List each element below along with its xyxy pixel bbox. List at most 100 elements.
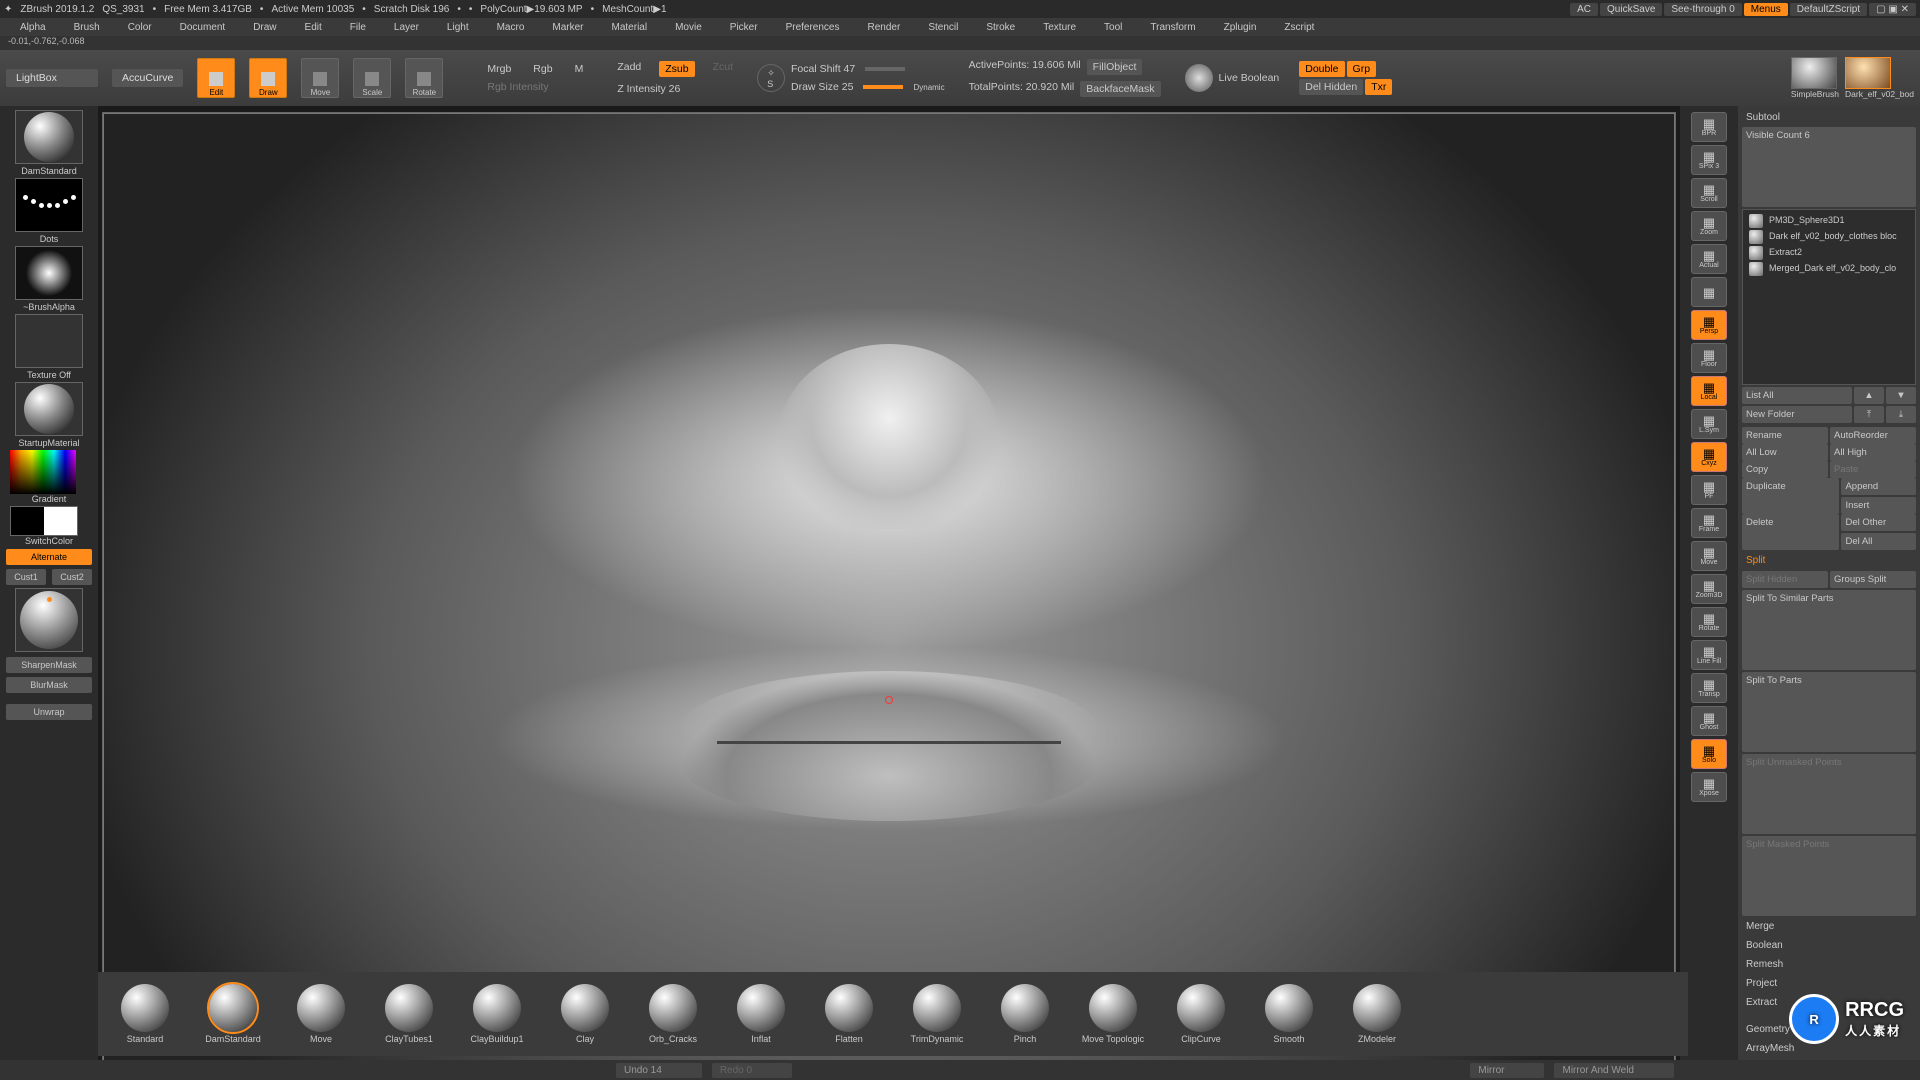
window-controls[interactable]: ▢ ▣ ✕ (1869, 3, 1916, 16)
nav-solo[interactable]: ▦Solo (1691, 739, 1727, 769)
menu-movie[interactable]: Movie (661, 20, 716, 35)
edit-mode-button[interactable]: Edit (197, 58, 235, 98)
menu-picker[interactable]: Picker (716, 20, 772, 35)
move-top-button[interactable]: ⤒ (1854, 406, 1884, 423)
menu-render[interactable]: Render (854, 20, 915, 35)
m-toggle[interactable]: M (575, 63, 584, 75)
menu-alpha[interactable]: Alpha (6, 20, 60, 35)
brush-standard[interactable]: Standard (106, 984, 184, 1044)
delhidden-button[interactable]: Del Hidden (1299, 79, 1363, 95)
delall-button[interactable]: Del All (1841, 533, 1916, 550)
sculptris-icon[interactable]: ✧S (757, 64, 785, 92)
subtool-item[interactable]: Extract2 (1745, 244, 1913, 260)
nav-scroll[interactable]: ▦Scroll (1691, 178, 1727, 208)
rotate-mode-button[interactable]: Rotate (405, 58, 443, 98)
mirrorweld-field[interactable]: Mirror And Weld (1554, 1063, 1674, 1078)
nav-xpose[interactable]: ▦Xpose (1691, 772, 1727, 802)
splitsimilar-button[interactable]: Split To Similar Parts (1742, 590, 1916, 670)
texture-swatch[interactable]: Texture Off (10, 314, 88, 380)
split-section[interactable]: Split (1742, 552, 1916, 569)
zcut-toggle[interactable]: Zcut (713, 61, 733, 77)
brush-clay[interactable]: Clay (546, 984, 624, 1044)
nav-frame[interactable]: ▦Frame (1691, 508, 1727, 538)
append-button[interactable]: Append (1841, 478, 1916, 495)
move-up-button[interactable]: ▲ (1854, 387, 1884, 404)
nav-bpr[interactable]: ▦BPR (1691, 112, 1727, 142)
focal-shift-slider[interactable]: Focal Shift 47 (791, 63, 855, 75)
zsub-toggle[interactable]: Zsub (659, 61, 694, 77)
nav-pf[interactable]: ▦PF (1691, 475, 1727, 505)
z-intensity-slider[interactable]: Z Intensity 26 (617, 83, 733, 95)
splitparts-button[interactable]: Split To Parts (1742, 672, 1916, 752)
brush-orb_cracks[interactable]: Orb_Cracks (634, 984, 712, 1044)
brush-flatten[interactable]: Flatten (810, 984, 888, 1044)
subtool-item[interactable]: Merged_Dark elf_v02_body_clo (1745, 260, 1913, 276)
dynamic-toggle[interactable]: Dynamic (913, 83, 944, 92)
nav-zoom3d[interactable]: ▦Zoom3D (1691, 574, 1727, 604)
alternate-toggle[interactable]: Alternate (6, 549, 92, 565)
menu-stroke[interactable]: Stroke (972, 20, 1029, 35)
accucurve-button[interactable]: AccuCurve (112, 69, 183, 87)
draw-mode-button[interactable]: Draw (249, 58, 287, 98)
menu-zplugin[interactable]: Zplugin (1210, 20, 1271, 35)
splitmasked-button[interactable]: Split Masked Points (1742, 836, 1916, 916)
menu-zscript[interactable]: Zscript (1270, 20, 1328, 35)
move-down-button[interactable]: ▼ (1886, 387, 1916, 404)
menu-document[interactable]: Document (166, 20, 240, 35)
boolean-section[interactable]: Boolean (1742, 937, 1916, 954)
splithidden-button[interactable]: Split Hidden (1742, 571, 1828, 588)
mirror-field[interactable]: Mirror (1470, 1063, 1544, 1078)
fillobject-button[interactable]: FillObject (1087, 59, 1143, 75)
nav-linefill[interactable]: ▦Line Fill (1691, 640, 1727, 670)
alpha-swatch[interactable]: ~BrushAlpha (10, 246, 88, 312)
subtool-list[interactable]: PM3D_Sphere3D1Dark elf_v02_body_clothes … (1742, 209, 1916, 385)
brush-claytubes1[interactable]: ClayTubes1 (370, 984, 448, 1044)
tool-thumb-current[interactable] (1845, 57, 1891, 89)
menu-marker[interactable]: Marker (538, 20, 597, 35)
menu-brush[interactable]: Brush (60, 20, 114, 35)
nav-ghost[interactable]: ▦Ghost (1691, 706, 1727, 736)
tool-thumb-simplebrush[interactable] (1791, 57, 1837, 89)
visible-count[interactable]: Visible Count 6 (1742, 127, 1916, 207)
brush-zmodeler[interactable]: ZModeler (1338, 984, 1416, 1044)
delete-button[interactable]: Delete (1742, 514, 1839, 550)
menu-color[interactable]: Color (114, 20, 166, 35)
subtool-item[interactable]: Dark elf_v02_body_clothes bloc (1745, 228, 1913, 244)
menu-light[interactable]: Light (433, 20, 483, 35)
backfacemask-button[interactable]: BackfaceMask (1080, 81, 1160, 97)
stroke-swatch[interactable]: Dots (10, 178, 88, 244)
menu-edit[interactable]: Edit (291, 20, 336, 35)
zadd-toggle[interactable]: Zadd (617, 61, 641, 77)
double-toggle[interactable]: Double (1299, 61, 1344, 77)
merge-section[interactable]: Merge (1742, 918, 1916, 935)
allhigh-button[interactable]: All High (1830, 444, 1916, 461)
grp-toggle[interactable]: Grp (1347, 61, 1377, 77)
copy-button[interactable]: Copy (1742, 461, 1828, 478)
rgb-toggle[interactable]: Rgb (533, 63, 552, 75)
viewport[interactable] (102, 112, 1676, 1076)
txr-toggle[interactable]: Txr (1365, 79, 1392, 95)
groupssplit-button[interactable]: Groups Split (1830, 571, 1916, 588)
defaultzscript-button[interactable]: DefaultZScript (1790, 3, 1867, 16)
brush-inflat[interactable]: Inflat (722, 984, 800, 1044)
brush-swatch[interactable]: DamStandard (10, 110, 88, 176)
brush-move[interactable]: Move (282, 984, 360, 1044)
duplicate-button[interactable]: Duplicate (1742, 478, 1839, 514)
ac-button[interactable]: AC (1570, 3, 1598, 16)
menu-transform[interactable]: Transform (1136, 20, 1209, 35)
delother-button[interactable]: Del Other (1841, 514, 1916, 531)
menu-layer[interactable]: Layer (380, 20, 433, 35)
brush-trimdynamic[interactable]: TrimDynamic (898, 984, 976, 1044)
alllow-button[interactable]: All Low (1742, 444, 1828, 461)
move-mode-button[interactable]: Move (301, 58, 339, 98)
menu-stencil[interactable]: Stencil (914, 20, 972, 35)
liveboolean-label[interactable]: Live Boolean (1219, 72, 1280, 84)
sharpenmask-button[interactable]: SharpenMask (6, 657, 92, 673)
remesh-section[interactable]: Remesh (1742, 956, 1916, 973)
lightbox-button[interactable]: LightBox (6, 69, 98, 87)
mrgb-toggle[interactable]: Mrgb (487, 63, 511, 75)
brush-clipcurve[interactable]: ClipCurve (1162, 984, 1240, 1044)
menu-macro[interactable]: Macro (483, 20, 539, 35)
insert-button[interactable]: Insert (1841, 497, 1916, 514)
menu-texture[interactable]: Texture (1029, 20, 1090, 35)
